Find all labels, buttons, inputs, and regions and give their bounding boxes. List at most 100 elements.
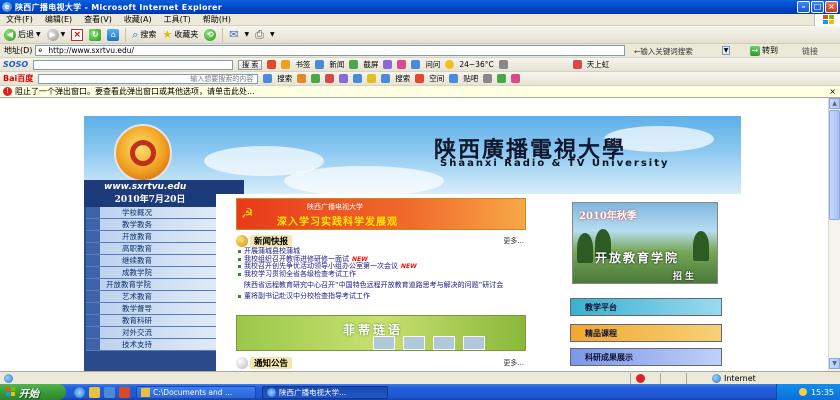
baidu-search-button[interactable]: 搜索 xyxy=(277,73,292,84)
desktop-quicklaunch-icon[interactable] xyxy=(104,386,115,398)
nav-item-open-education[interactable]: 开放教育 xyxy=(86,231,216,243)
baidu-icon-3[interactable] xyxy=(325,74,335,83)
nav-item-vocational[interactable]: 高职教育 xyxy=(86,243,216,255)
menu-help[interactable]: 帮助(H) xyxy=(203,14,231,25)
news-item[interactable]: 我校学习贯彻全省各级检查考试工作 xyxy=(238,270,528,279)
baidu-post[interactable]: 贴吧 xyxy=(463,73,478,84)
scroll-up-icon[interactable]: ▲ xyxy=(829,98,840,109)
soso-logo[interactable]: SOSO xyxy=(3,60,28,69)
scroll-down-icon[interactable]: ▼ xyxy=(829,358,840,369)
page-icon: e xyxy=(38,46,43,54)
news-more-link[interactable]: 更多... xyxy=(503,236,524,246)
soso-search-input[interactable] xyxy=(33,59,234,70)
research-results-button[interactable]: 科研成果展示 xyxy=(570,348,722,366)
start-button[interactable]: 开始 xyxy=(0,384,66,400)
nav-item-tech-support[interactable]: 技术支持 xyxy=(86,339,216,351)
menu-tools[interactable]: 工具(T) xyxy=(164,14,191,25)
soso-qa[interactable]: 问问 xyxy=(425,59,440,70)
baidu-icon-10[interactable] xyxy=(511,74,521,83)
notice-more-link[interactable]: 更多... xyxy=(503,358,524,368)
nav-item-exchange[interactable]: 对外交流 xyxy=(86,327,216,339)
close-icon[interactable]: × xyxy=(829,87,836,96)
blocked-status-icon[interactable] xyxy=(636,374,645,383)
nav-item-open-college[interactable]: 开放教育学院 xyxy=(86,279,216,291)
history-icon[interactable]: ⟲ xyxy=(204,28,217,41)
search-button[interactable]: ⌕ 搜索 xyxy=(132,28,156,42)
nav-item-school-overview[interactable]: 学校概况 xyxy=(86,207,216,219)
mail-icon[interactable]: ✉ xyxy=(229,28,238,41)
go-button[interactable]: → 转到 xyxy=(750,45,778,56)
close-button[interactable]: × xyxy=(825,1,838,13)
nav-item-adult-college[interactable]: 成教学院 xyxy=(86,267,216,279)
clock[interactable]: 15:35 xyxy=(811,388,834,397)
enrollment-photo[interactable]: 2010年秋季 开放教育学院 招生 xyxy=(572,202,718,284)
globe-icon xyxy=(712,374,721,383)
print-icon[interactable]: ⎙ xyxy=(255,28,264,42)
stop-icon[interactable]: × xyxy=(71,28,84,41)
security-zone[interactable]: Internet xyxy=(712,374,756,383)
soso-search-button[interactable]: 搜 索 xyxy=(238,59,263,70)
soso-screenshot[interactable]: 截屏 xyxy=(363,59,378,70)
address-dropdown-icon[interactable]: ▼ xyxy=(722,46,730,55)
baidu-search-input[interactable]: 输入想要搜索的内容 xyxy=(38,73,259,84)
minimize-button[interactable]: – xyxy=(797,1,810,13)
address-input[interactable]: e http://www.sxrtvu.edu/ xyxy=(35,45,626,56)
news-item[interactable]: 陕西省远程教育研究中心召开“中国特色远程开放教育道路思考与解决的问题”研讨会 xyxy=(238,278,528,293)
chevron-down-icon[interactable]: ▼ xyxy=(245,31,250,38)
ie-quicklaunch-icon[interactable] xyxy=(74,386,85,398)
baidu-icon-9[interactable] xyxy=(497,74,507,83)
baidu-icon-6[interactable] xyxy=(367,74,377,83)
teaching-platform-button[interactable]: 教学平台 xyxy=(570,298,722,316)
settings-icon[interactable] xyxy=(498,60,508,69)
baidu-icon-8[interactable] xyxy=(483,74,493,83)
links-button[interactable]: 链接 xyxy=(802,46,818,57)
soso-sky[interactable]: 天上虹 xyxy=(587,59,610,70)
refresh-icon[interactable]: ↻ xyxy=(89,28,102,41)
baidu-icon-4[interactable] xyxy=(339,74,349,83)
soso-news[interactable]: 新闻 xyxy=(329,59,344,70)
tray-icon[interactable] xyxy=(798,388,807,396)
menu-view[interactable]: 查看(V) xyxy=(84,14,112,25)
news-item[interactable]: 董将副书记赴汉中分校检查指导考试工作 xyxy=(238,292,528,301)
baidu-space[interactable]: 空间 xyxy=(429,73,444,84)
maximize-button[interactable]: □ xyxy=(811,1,824,13)
game-icon[interactable] xyxy=(397,60,407,69)
window-titlebar[interactable]: e 陕西广播电视大学 - Microsoft Internet Explorer… xyxy=(0,0,840,14)
task-ie-window[interactable]: 陕西广播电视大学... xyxy=(262,385,388,399)
baidu-icon-5[interactable] xyxy=(353,74,363,83)
soso-icon[interactable] xyxy=(267,60,277,69)
nav-item-continuing[interactable]: 继续教育 xyxy=(86,255,216,267)
soso-bookmark[interactable]: 书签 xyxy=(295,59,310,70)
nav-item-research[interactable]: 教育科研 xyxy=(86,315,216,327)
nav-item-art[interactable]: 艺术教育 xyxy=(86,291,216,303)
baidu-icon-7[interactable] xyxy=(381,74,391,83)
baidu-icon-1[interactable] xyxy=(297,74,307,83)
science-development-banner[interactable]: ☭ 陕西广播电视大学 深入学习实践科学发展观 xyxy=(236,198,526,230)
toolbar-separator xyxy=(125,27,127,42)
chevron-down-icon[interactable]: ▼ xyxy=(270,31,275,38)
forward-button[interactable]: ▶ ▼ xyxy=(46,28,65,41)
folder-quicklaunch-icon[interactable] xyxy=(89,386,100,398)
soso-weather[interactable]: 24~36°C xyxy=(459,60,493,69)
baidu-logo[interactable]: Bai百度 xyxy=(3,73,33,84)
media-quicklaunch-icon[interactable] xyxy=(119,386,130,398)
scroll-thumb[interactable] xyxy=(829,110,840,220)
nav-item-teaching-affairs[interactable]: 教学教务 xyxy=(86,219,216,231)
nav-item-supervision[interactable]: 教学督导 xyxy=(86,303,216,315)
home-icon[interactable]: ⌂ xyxy=(107,28,120,41)
menu-favorites[interactable]: 收藏(A) xyxy=(124,14,152,25)
menu-file[interactable]: 文件(F) xyxy=(6,14,33,25)
vertical-scrollbar[interactable]: ▲ ▼ xyxy=(828,98,840,371)
popup-blocked-bar[interactable]: ! 阻止了一个弹出窗口。要查看此弹出窗口或其他选项，请单击此处... × xyxy=(0,86,840,98)
news-icon xyxy=(315,60,325,69)
baidu-icon-2[interactable] xyxy=(311,74,321,83)
quality-courses-button[interactable]: 精品课程 xyxy=(570,324,722,342)
favorites-button[interactable]: ★ 收藏夹 xyxy=(162,28,198,41)
green-quote-banner[interactable]: 菲蒂琏语 xyxy=(236,315,526,351)
mail-icon[interactable] xyxy=(383,60,393,69)
windows-flag-icon xyxy=(6,387,16,397)
menu-edit[interactable]: 编辑(E) xyxy=(45,14,72,25)
back-button[interactable]: ◀ 后退 ▼ xyxy=(4,28,41,41)
baidu-search-2[interactable]: 搜索 xyxy=(395,73,410,84)
task-documents[interactable]: C:\Documents and ... xyxy=(136,385,256,399)
